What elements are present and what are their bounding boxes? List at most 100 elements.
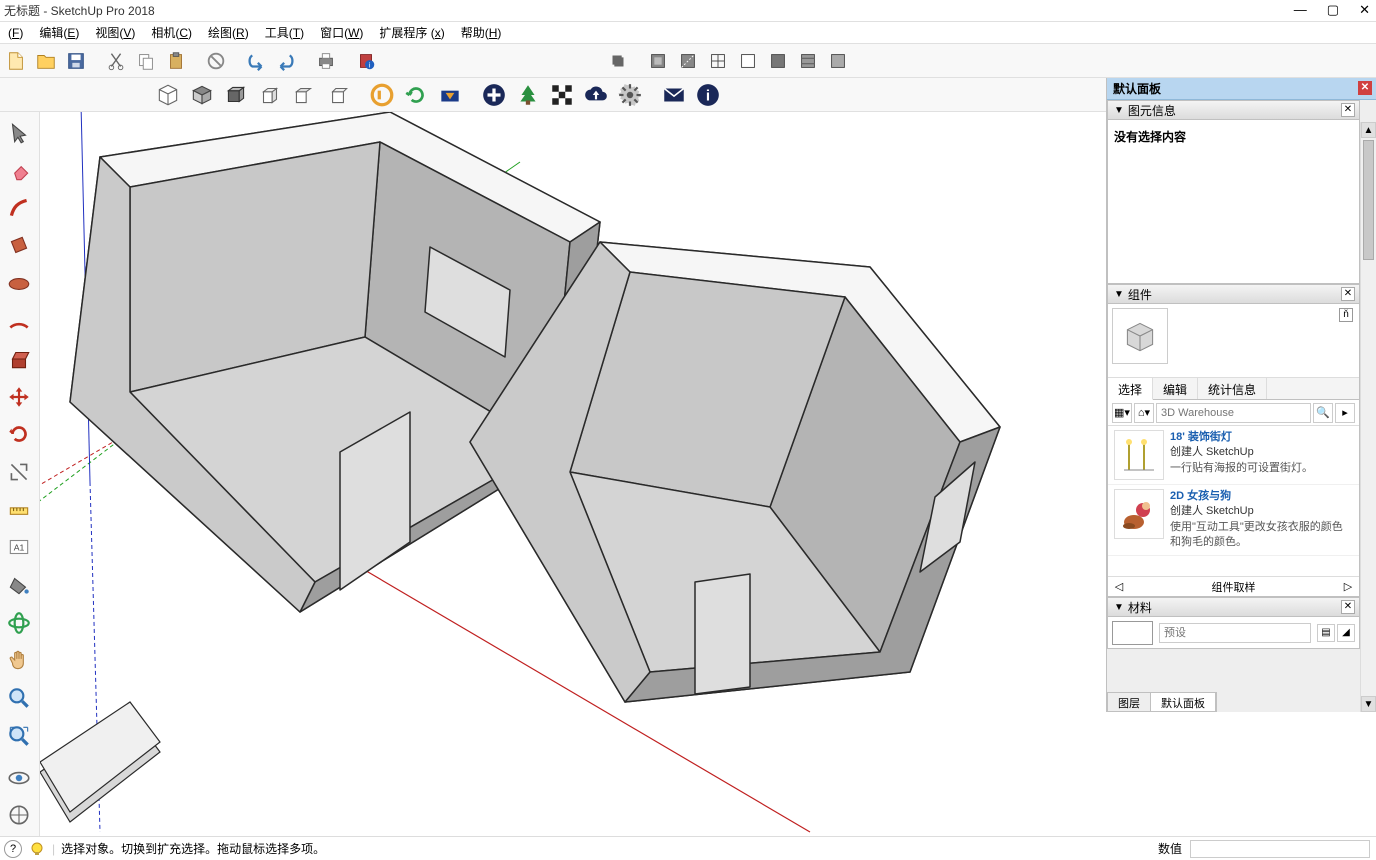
redo-button[interactable] bbox=[272, 47, 300, 75]
nav-prev-button[interactable]: ◁ bbox=[1108, 580, 1130, 593]
close-button[interactable]: ✕ bbox=[1359, 2, 1370, 18]
cloud-upload-button[interactable] bbox=[580, 79, 612, 111]
tray-tab-layers[interactable]: 图层 bbox=[1108, 693, 1151, 711]
info-circle-button[interactable]: i bbox=[692, 79, 724, 111]
orbit-tool[interactable] bbox=[2, 606, 36, 640]
style-hiddenline-button[interactable] bbox=[734, 47, 762, 75]
material-name-input[interactable] bbox=[1159, 623, 1311, 643]
tray-tab-default[interactable]: 默认面板 bbox=[1151, 693, 1216, 711]
entity-info-close[interactable]: ✕ bbox=[1341, 103, 1355, 117]
tab-stats[interactable]: 统计信息 bbox=[1198, 378, 1267, 399]
home-nav-button[interactable]: ⌂▾ bbox=[1134, 403, 1154, 423]
details-button[interactable]: ▸ bbox=[1335, 403, 1355, 423]
menu-window[interactable]: 窗口(W) bbox=[314, 22, 369, 43]
circle-tool[interactable] bbox=[2, 267, 36, 301]
plus-button[interactable] bbox=[478, 79, 510, 111]
pushpull-tool[interactable] bbox=[2, 342, 36, 376]
menu-camera[interactable]: 相机(C) bbox=[145, 22, 198, 43]
paintbucket-tool[interactable] bbox=[2, 568, 36, 602]
tray-titlebar[interactable]: 默认面板 ✕ bbox=[1107, 78, 1376, 100]
style-shadedtex-button[interactable] bbox=[794, 47, 822, 75]
tray-scrollbar[interactable]: ▲ ▼ bbox=[1360, 122, 1376, 712]
view-mode-button[interactable]: ▦▾ bbox=[1112, 403, 1132, 423]
scroll-down-button[interactable]: ▼ bbox=[1361, 696, 1376, 712]
line-tool[interactable] bbox=[2, 191, 36, 225]
erase-button[interactable] bbox=[202, 47, 230, 75]
material-swatch[interactable] bbox=[1112, 621, 1153, 645]
back-button[interactable] bbox=[288, 79, 320, 111]
settings-gear-button[interactable] bbox=[614, 79, 646, 111]
entity-info-header[interactable]: ▼ 图元信息 ✕ bbox=[1107, 100, 1360, 120]
iso-button[interactable] bbox=[152, 79, 184, 111]
tapemeasure-tool[interactable] bbox=[2, 493, 36, 527]
text-tool[interactable]: A1 bbox=[2, 531, 36, 565]
tree-button[interactable] bbox=[512, 79, 544, 111]
enscape-button[interactable] bbox=[366, 79, 398, 111]
enscape-export-button[interactable] bbox=[434, 79, 466, 111]
materials-header[interactable]: ▼ 材料 ✕ bbox=[1107, 597, 1360, 617]
scroll-thumb[interactable] bbox=[1363, 140, 1374, 260]
menu-draw[interactable]: 绘图(R) bbox=[202, 22, 255, 43]
materials-close[interactable]: ✕ bbox=[1341, 600, 1355, 614]
left-button[interactable] bbox=[322, 79, 354, 111]
paste-button[interactable] bbox=[162, 47, 190, 75]
maximize-button[interactable]: ▢ bbox=[1327, 2, 1339, 18]
component-item[interactable]: 2D 女孩与狗 创建人 SketchUp 使用"互动工具"更改女孩衣服的颜色和狗… bbox=[1108, 485, 1359, 556]
style-mono-button[interactable] bbox=[824, 47, 852, 75]
print-button[interactable] bbox=[312, 47, 340, 75]
style-wireframe-button[interactable] bbox=[704, 47, 732, 75]
menu-file[interactable]: (F) bbox=[2, 24, 29, 42]
rectangle-tool[interactable] bbox=[2, 229, 36, 263]
top-button[interactable] bbox=[186, 79, 218, 111]
search-button[interactable]: 🔍 bbox=[1313, 403, 1333, 423]
material-create-button[interactable]: ▤ bbox=[1317, 624, 1335, 642]
tab-edit[interactable]: 编辑 bbox=[1153, 378, 1198, 399]
style-shaded-button[interactable] bbox=[764, 47, 792, 75]
measurements-input[interactable] bbox=[1190, 840, 1370, 858]
menu-tools[interactable]: 工具(T) bbox=[259, 22, 310, 43]
style-xray-button[interactable] bbox=[644, 47, 672, 75]
look-tool[interactable] bbox=[2, 761, 36, 795]
undo-button[interactable] bbox=[242, 47, 270, 75]
menu-extensions[interactable]: 扩展程序 (x) bbox=[373, 22, 450, 43]
menu-help[interactable]: 帮助(H) bbox=[455, 22, 508, 43]
zoomextents-tool[interactable] bbox=[2, 719, 36, 753]
warehouse-search-input[interactable] bbox=[1156, 403, 1311, 423]
pin-icon[interactable]: ň bbox=[1339, 308, 1353, 322]
scale-tool[interactable] bbox=[2, 455, 36, 489]
components-header[interactable]: ▼ 组件 ✕ bbox=[1107, 284, 1360, 304]
scroll-up-button[interactable]: ▲ bbox=[1361, 122, 1376, 138]
save-file-button[interactable] bbox=[62, 47, 90, 75]
rotate-tool[interactable] bbox=[2, 418, 36, 452]
section-tool[interactable] bbox=[2, 798, 36, 832]
menu-view[interactable]: 视图(V) bbox=[89, 22, 141, 43]
components-close[interactable]: ✕ bbox=[1341, 287, 1355, 301]
select-tool[interactable] bbox=[2, 116, 36, 150]
move-tool[interactable] bbox=[2, 380, 36, 414]
tab-select[interactable]: 选择 bbox=[1108, 378, 1153, 400]
minimize-button[interactable]: — bbox=[1294, 2, 1307, 18]
new-file-button[interactable] bbox=[2, 47, 30, 75]
right-button[interactable] bbox=[254, 79, 286, 111]
component-preview-thumb[interactable] bbox=[1112, 308, 1168, 364]
nav-next-button[interactable]: ▷ bbox=[1337, 580, 1359, 593]
cut-button[interactable] bbox=[102, 47, 130, 75]
help-icon[interactable]: ? bbox=[4, 840, 22, 858]
model-info-button[interactable]: i bbox=[352, 47, 380, 75]
arc-tool[interactable] bbox=[2, 304, 36, 338]
component-item[interactable]: 18' 装饰街灯 创建人 SketchUp 一行贴有海报的可设置街灯。 bbox=[1108, 426, 1359, 485]
front-button[interactable] bbox=[220, 79, 252, 111]
envelope-button[interactable] bbox=[658, 79, 690, 111]
style-backedges-button[interactable] bbox=[674, 47, 702, 75]
eraser-tool[interactable] bbox=[2, 154, 36, 188]
instructor-icon[interactable] bbox=[28, 840, 46, 858]
menu-edit[interactable]: 编辑(E) bbox=[33, 22, 85, 43]
material-sample-button[interactable]: ◢ bbox=[1337, 624, 1355, 642]
enscape-refresh-button[interactable] bbox=[400, 79, 432, 111]
pan-tool[interactable] bbox=[2, 644, 36, 678]
shadow-toggle-button[interactable] bbox=[604, 47, 632, 75]
zoom-tool[interactable] bbox=[2, 681, 36, 715]
copy-button[interactable] bbox=[132, 47, 160, 75]
open-file-button[interactable] bbox=[32, 47, 60, 75]
tray-close-button[interactable]: ✕ bbox=[1358, 81, 1372, 95]
